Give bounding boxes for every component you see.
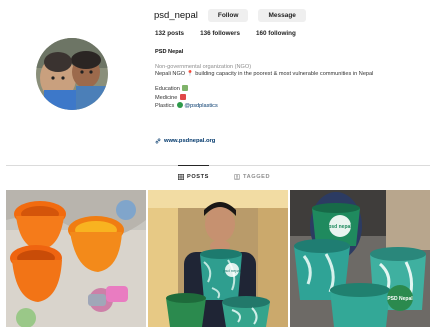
post-thumbnail-3[interactable]: psd nepal PSD Nepal [290,190,430,327]
website-url: www.psdnepal.org [164,138,216,144]
posts-count: 132 posts [155,30,185,37]
username: psd_nepal [154,9,198,21]
recycle-emoji-icon [176,102,183,109]
message-button[interactable]: Message [258,8,306,22]
tab-posts-label: POSTS [187,173,209,180]
books-emoji-icon [182,85,189,92]
posts-grid: psd nepal psd nepal PSD Nepal [6,190,430,327]
followers-count[interactable]: 136 followers [200,30,240,37]
plastics-handle-link[interactable]: @psdplastics [184,103,217,109]
grid-icon [178,173,184,180]
post-thumbnail-2[interactable]: psd nepal [148,190,288,327]
bio-line-medicine: Medicine [155,93,430,102]
pot-logo-text: psd nepal [223,268,240,273]
medicine-emoji-icon [179,93,186,100]
post-image-teal-pots: psd nepal PSD Nepal [290,190,430,327]
pot-logo-text: PSD Nepal [387,296,413,302]
follow-button[interactable]: Follow [207,8,249,22]
tab-tagged[interactable]: TAGGED [234,166,270,188]
pot-logo-text: psd nepal [328,224,352,230]
post-thumbnail-1[interactable] [6,190,146,327]
profile-header-row: psd_nepal Follow Message [154,8,306,22]
following-count[interactable]: 160 following [256,30,296,37]
post-image-orange-pots [6,190,146,327]
profile-stats: 132 posts 136 followers 160 following [155,30,296,37]
tabs-divider [6,165,430,166]
tab-tagged-label: TAGGED [243,174,271,180]
bio-line-education: Education [155,85,430,93]
bio-line-plastics: Plastics @psdplastics [155,102,218,110]
bio-line-ngo: Nepali NGO 📍 building capacity in the po… [155,70,374,77]
tab-posts[interactable]: POSTS [178,165,209,187]
display-name: PSD Nepal [155,49,184,55]
post-image-man-with-pots: psd nepal [148,190,288,327]
profile-bio: PSD Nepal Non-governmental organization … [155,49,430,110]
tag-icon [234,174,240,180]
category-label: Non-governmental organization (NGO) [155,63,252,70]
website-link[interactable]: www.psdnepal.org [155,138,215,144]
link-icon [155,138,161,144]
avatar-photo [36,38,108,110]
profile-avatar[interactable] [36,38,108,110]
